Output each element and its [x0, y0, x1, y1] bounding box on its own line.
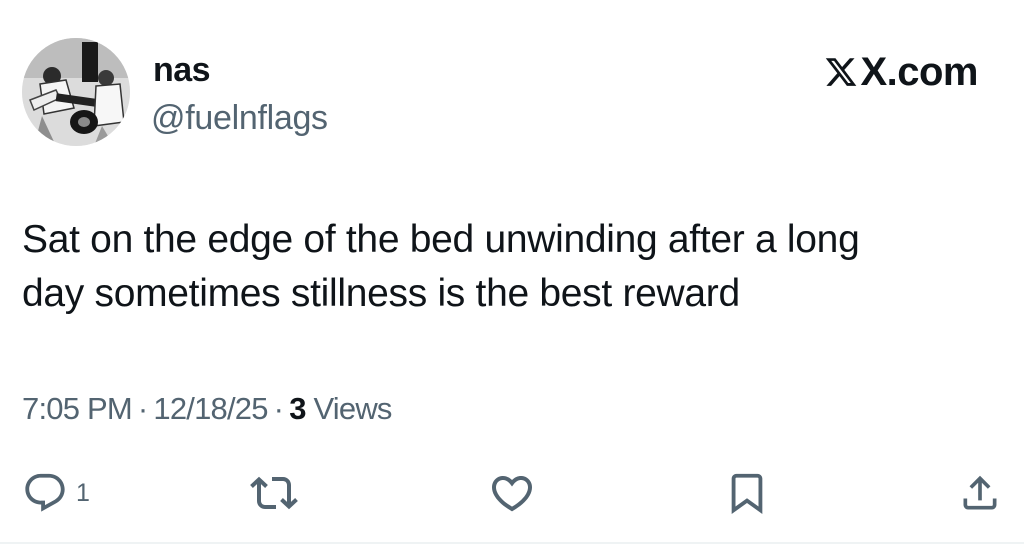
- bookmark-icon: [731, 473, 763, 514]
- bookmark-button[interactable]: [724, 466, 770, 520]
- heart-icon: [491, 476, 533, 512]
- meta-separator: ·: [273, 391, 284, 426]
- avatar[interactable]: [22, 38, 130, 146]
- reply-button[interactable]: 1: [22, 466, 90, 520]
- share-icon: [963, 475, 997, 510]
- meta-separator: ·: [137, 391, 148, 426]
- views-label: Views: [313, 391, 392, 426]
- tweet-text: Sat on the edge of the bed unwinding aft…: [22, 213, 992, 321]
- tweet-meta: 7:05 PM · 12/18/25 · 3 Views: [22, 389, 392, 429]
- retweet-icon: [250, 476, 298, 510]
- brand-logo: X.com: [824, 51, 978, 93]
- tweet-date[interactable]: 12/18/25: [153, 391, 268, 426]
- reply-count: 1: [76, 479, 90, 507]
- x-logo-icon: [826, 58, 857, 86]
- action-bar: 1: [0, 466, 1024, 520]
- reply-icon: [25, 473, 65, 512]
- avatar-photo: [22, 38, 130, 146]
- brand-text: X.com: [860, 50, 978, 94]
- like-button[interactable]: [488, 466, 536, 520]
- tweet-time[interactable]: 7:05 PM: [22, 391, 133, 426]
- tweet-card: nas @fuelnflags X.com Sat on the edge of…: [0, 0, 1024, 544]
- display-name[interactable]: nas: [153, 50, 211, 90]
- tweet-text-line-2: day sometimes stillness is the best rewa…: [22, 272, 740, 315]
- share-button[interactable]: [958, 466, 1002, 520]
- tweet-text-line-1: Sat on the edge of the bed unwinding aft…: [22, 218, 860, 261]
- retweet-button[interactable]: [250, 466, 298, 520]
- views-count: 3: [289, 391, 306, 426]
- user-handle[interactable]: @fuelnflags: [151, 98, 328, 138]
